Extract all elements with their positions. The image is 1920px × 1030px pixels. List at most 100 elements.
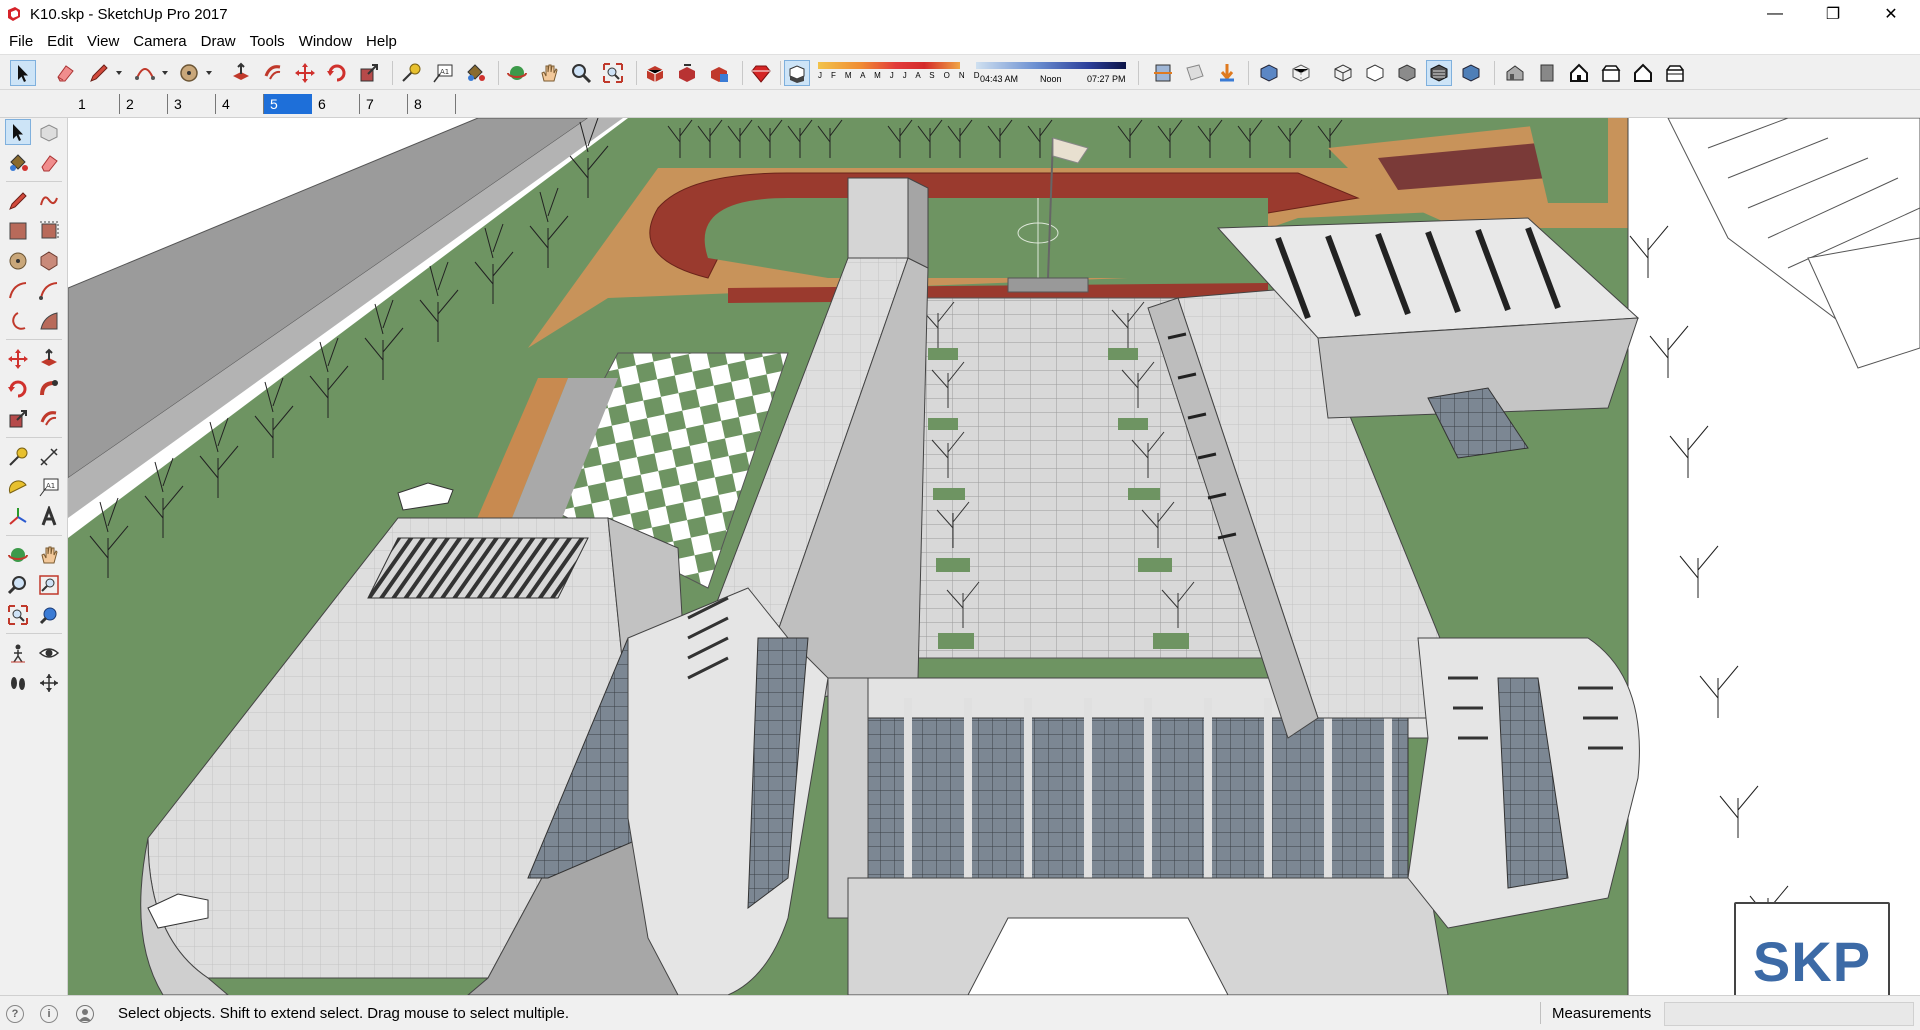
left-pie-button[interactable] — [36, 308, 62, 334]
left-view-button[interactable] — [1662, 60, 1688, 86]
menu-view[interactable]: View — [80, 31, 126, 52]
left-orbit-button[interactable] — [5, 542, 31, 568]
push-pull-tool-button[interactable] — [228, 60, 254, 86]
geolocation-icon[interactable]: ? — [6, 1005, 24, 1023]
left-position-camera-button[interactable] — [5, 640, 31, 666]
wireframe-style-button[interactable] — [1330, 60, 1356, 86]
left-previous-view-button[interactable] — [36, 602, 62, 628]
top-view-button[interactable] — [1534, 60, 1560, 86]
left-line-button[interactable] — [5, 188, 31, 214]
left-arc-button[interactable] — [5, 278, 31, 304]
left-freehand-button[interactable] — [36, 188, 62, 214]
rotate-tool-button[interactable] — [324, 60, 350, 86]
left-move-button[interactable] — [5, 346, 31, 372]
shadows-toggle-button[interactable] — [784, 60, 810, 86]
zoom-tool-button[interactable] — [568, 60, 594, 86]
ruby-console-button[interactable] — [748, 60, 774, 86]
menu-camera[interactable]: Camera — [126, 31, 193, 52]
left-2point-arc-button[interactable] — [36, 278, 62, 304]
warehouse-button[interactable] — [642, 60, 668, 86]
left-select-button[interactable] — [5, 119, 31, 145]
arc-dropdown-icon[interactable] — [162, 71, 168, 75]
maximize-button[interactable]: ❐ — [1804, 0, 1862, 28]
eraser-tool-button[interactable] — [52, 60, 78, 86]
orbit-tool-button[interactable] — [504, 60, 530, 86]
section-cut-button[interactable] — [1214, 60, 1240, 86]
left-paint-button[interactable] — [5, 150, 31, 176]
share-model-button[interactable] — [674, 60, 700, 86]
menu-file[interactable]: File — [2, 31, 40, 52]
extension-warehouse-button[interactable] — [706, 60, 732, 86]
left-zoom-button[interactable] — [5, 572, 31, 598]
scene-tab-2[interactable]: 2 — [120, 94, 168, 114]
left-dimension-button[interactable] — [36, 444, 62, 470]
left-rotate-button[interactable] — [5, 376, 31, 402]
tape-measure-tool-button[interactable] — [398, 60, 424, 86]
arc-tool-button[interactable] — [132, 60, 158, 86]
shapes-tool-button[interactable] — [176, 60, 202, 86]
scene-tab-3[interactable]: 3 — [168, 94, 216, 114]
left-text-button[interactable]: A1 — [36, 474, 62, 500]
hidden-line-style-button[interactable] — [1362, 60, 1388, 86]
scene-tab-8[interactable]: 8 — [408, 94, 456, 114]
shaded-style-button[interactable] — [1394, 60, 1420, 86]
front-view-button[interactable] — [1566, 60, 1592, 86]
scene-tab-5[interactable]: 5 — [264, 94, 312, 114]
time-slider[interactable] — [976, 62, 1126, 69]
left-3d-text-button[interactable] — [36, 504, 62, 530]
scene-tab-4[interactable]: 4 — [216, 94, 264, 114]
left-offset-button[interactable] — [36, 406, 62, 432]
left-tape-measure-button[interactable] — [5, 444, 31, 470]
select-tool-button[interactable] — [10, 60, 36, 86]
shaded-textures-style-button[interactable] — [1426, 60, 1452, 86]
left-eraser-button[interactable] — [36, 150, 62, 176]
iso-view-button[interactable] — [1502, 60, 1528, 86]
model-viewport[interactable] — [68, 118, 1920, 995]
left-walk-button[interactable] — [5, 670, 31, 696]
back-edges-style-button[interactable] — [1288, 60, 1314, 86]
xray-style-button[interactable] — [1256, 60, 1282, 86]
left-scale-button[interactable] — [5, 406, 31, 432]
left-3point-arc-button[interactable] — [5, 308, 31, 334]
scale-tool-button[interactable] — [356, 60, 382, 86]
user-account-icon[interactable] — [76, 1005, 94, 1023]
left-rotated-rectangle-button[interactable] — [36, 218, 62, 244]
left-push-pull-button[interactable] — [36, 346, 62, 372]
left-section-plane-button[interactable] — [36, 670, 62, 696]
left-make-component-button[interactable] — [36, 119, 62, 145]
left-zoom-window-button[interactable] — [36, 572, 62, 598]
right-view-button[interactable] — [1598, 60, 1624, 86]
scene-tab-7[interactable]: 7 — [360, 94, 408, 114]
pan-tool-button[interactable] — [536, 60, 562, 86]
close-button[interactable]: ✕ — [1862, 0, 1920, 28]
menu-edit[interactable]: Edit — [40, 31, 80, 52]
left-axes-button[interactable] — [5, 504, 31, 530]
back-view-button[interactable] — [1630, 60, 1656, 86]
move-tool-button[interactable] — [292, 60, 318, 86]
section-plane-button[interactable] — [1150, 60, 1176, 86]
left-look-around-button[interactable] — [36, 640, 62, 666]
text-tool-button[interactable]: A1 — [430, 60, 456, 86]
shapes-dropdown-icon[interactable] — [206, 71, 212, 75]
month-slider[interactable] — [818, 62, 960, 69]
monochrome-style-button[interactable] — [1458, 60, 1484, 86]
scene-tab-6[interactable]: 6 — [312, 94, 360, 114]
left-pan-button[interactable] — [36, 542, 62, 568]
paint-bucket-tool-button[interactable] — [462, 60, 488, 86]
zoom-extents-tool-button[interactable] — [600, 60, 626, 86]
offset-tool-button[interactable] — [260, 60, 286, 86]
scene-tab-1[interactable]: 1 — [72, 94, 120, 114]
line-tool-button[interactable] — [86, 60, 112, 86]
left-zoom-extents-button[interactable] — [5, 602, 31, 628]
menu-draw[interactable]: Draw — [194, 31, 243, 52]
left-protractor-button[interactable] — [5, 474, 31, 500]
left-follow-me-button[interactable] — [36, 376, 62, 402]
measurements-input[interactable] — [1664, 1002, 1914, 1026]
display-section-button[interactable] — [1182, 60, 1208, 86]
menu-tools[interactable]: Tools — [243, 31, 292, 52]
credits-icon[interactable]: i — [40, 1005, 58, 1023]
minimize-button[interactable]: — — [1746, 0, 1804, 28]
left-polygon-button[interactable] — [36, 248, 62, 274]
left-rectangle-button[interactable] — [5, 218, 31, 244]
menu-help[interactable]: Help — [359, 31, 404, 52]
